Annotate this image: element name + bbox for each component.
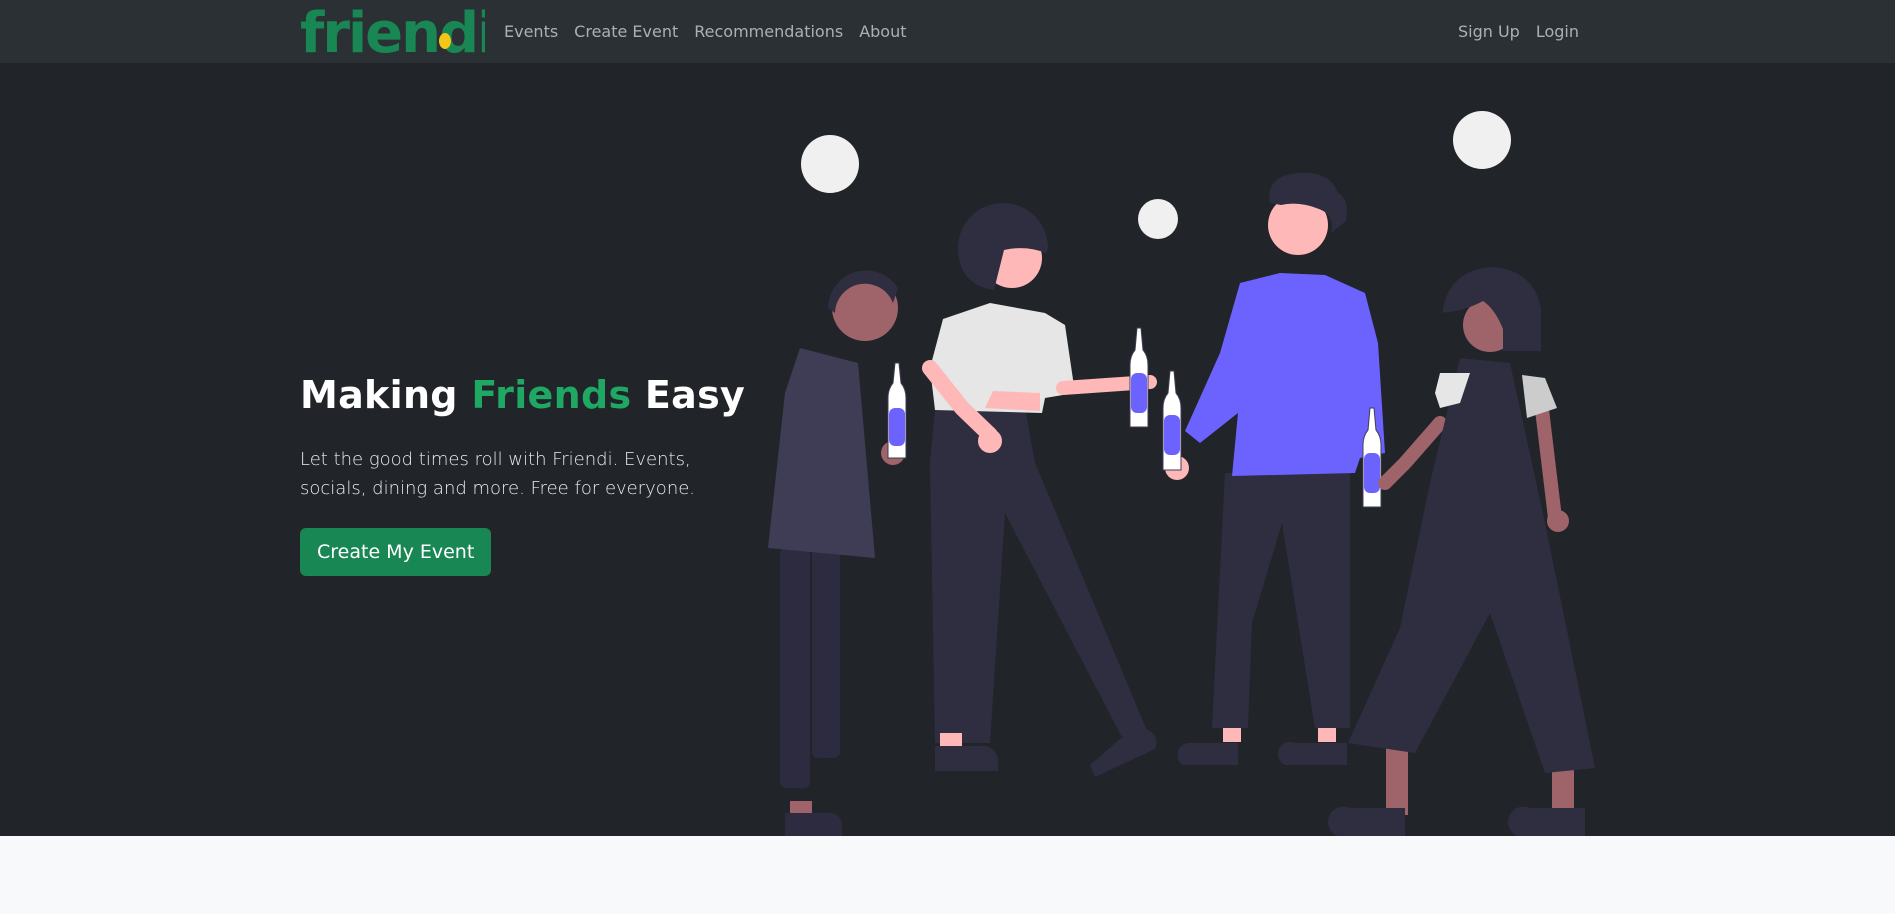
hero-title-part1: Making	[300, 373, 472, 417]
top-navbar: friendi Events Create Event Recommendati…	[0, 0, 1895, 64]
nav-left-menu: Events Create Event Recommendations Abou…	[504, 0, 923, 63]
nav-right-menu: Sign Up Login	[1458, 0, 1579, 63]
hero-section: Making Friends Easy Let the good times r…	[0, 63, 1895, 836]
nav-link-create-event[interactable]: Create Event	[574, 22, 678, 41]
create-my-event-button[interactable]: Create My Event	[300, 528, 492, 576]
nav-link-events[interactable]: Events	[504, 22, 558, 41]
brand-logo[interactable]: friendi	[300, 2, 485, 60]
nav-link-about[interactable]: About	[859, 22, 906, 41]
hero-description: Let the good times roll with Friendi. Ev…	[300, 449, 696, 499]
friends-celebrating-illustration	[768, 111, 1595, 836]
hero-title: Making Friends Easy	[300, 373, 745, 417]
nav-link-recommendations[interactable]: Recommendations	[694, 22, 843, 41]
hero-title-highlight: Friends	[471, 373, 632, 417]
nav-link-login[interactable]: Login	[1536, 22, 1579, 41]
svg-text:friendi: friendi	[300, 2, 485, 60]
hero-title-part2: Easy	[631, 373, 746, 417]
nav-link-sign-up[interactable]: Sign Up	[1458, 22, 1520, 41]
page-footer-area	[0, 836, 1895, 914]
friendi-logo-icon: friendi	[300, 2, 485, 60]
